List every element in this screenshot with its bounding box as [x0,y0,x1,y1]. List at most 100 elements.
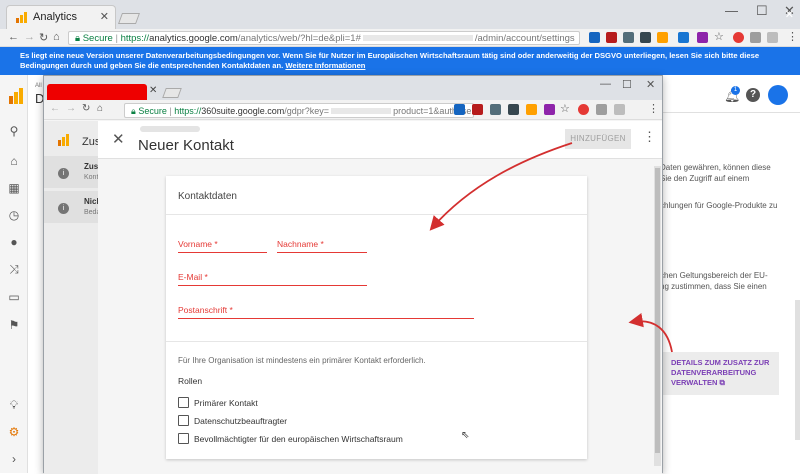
inner-extension-x-icon[interactable] [614,104,625,115]
ga-list-row[interactable] [44,191,98,223]
url-suffix: /admin/account/settings [474,33,575,44]
inner-extension-pdf-icon[interactable] [472,104,483,115]
inner-close-window-button[interactable]: ✕ [646,78,655,91]
dpo-checkbox[interactable] [178,415,189,426]
card-divider [166,214,587,215]
lightbulb-icon[interactable]: 💡︎ [7,398,21,412]
extension-opera-icon[interactable] [733,32,744,43]
ga-right-text-2: chlungen für Google-Produkte zu [660,201,778,210]
dashboard-icon[interactable]: ▦ [7,181,21,195]
inner-minimize-button[interactable]: — [600,78,611,90]
forward-icon[interactable]: → [24,31,35,43]
extension-chart-icon[interactable] [657,32,668,43]
help-icon[interactable]: ? [746,88,760,102]
primary-contact-checkbox[interactable] [178,397,189,408]
outer-tab-analytics[interactable]: Analytics ✕ [6,5,116,29]
inner-url-input[interactable]: 🔒︎ Secure | https://360suite.google.com/… [124,103,474,118]
admin-gear-icon[interactable]: ⚙ [7,425,21,439]
banner-close-icon[interactable]: ✕ [785,8,794,21]
info-icon: i [58,203,69,214]
address-label: Postanschrift * [178,305,233,315]
acquisition-icon[interactable]: ⤨ [7,262,21,276]
inner-extension-s-icon[interactable] [596,104,607,115]
inner-menu-dots-icon[interactable]: ⋮ [648,102,659,115]
details-processing-link[interactable]: DETAILS ZUM ZUSATZ ZUR DATENVERARBEITUNG… [663,352,779,395]
extension-cloud-icon[interactable] [623,32,634,43]
extension-x-icon[interactable] [767,32,778,43]
ga-scrollbar[interactable] [795,300,800,440]
dialog-header: ✕ Neuer Kontakt HINZUFÜGEN ⋮ [98,121,662,159]
lock-icon: 🔒︎ [75,33,81,44]
new-contact-page: ✕ Neuer Kontakt HINZUFÜGEN ⋮ Kontaktdate… [98,121,662,474]
inner-extension-pocket-icon[interactable] [508,104,519,115]
external-link-icon: ⧉ [719,378,725,387]
redacted-breadcrumb [140,126,200,132]
inner-tab-redacted[interactable] [47,84,147,100]
bookmark-star-icon[interactable]: ☆ [714,30,724,43]
inner-home-icon[interactable]: ⌂ [97,103,103,114]
back-icon[interactable]: ← [8,31,19,43]
search-icon[interactable]: ⚲ [7,124,21,138]
first-name-input[interactable] [178,252,267,253]
ga-row-sub: Kont [84,174,99,181]
dialog-title: Neuer Kontakt [138,137,234,154]
extension-s-icon[interactable] [750,32,761,43]
minimize-button[interactable]: — [725,3,738,18]
inner-bookmark-star-icon[interactable]: ☆ [560,102,570,115]
menu-dots-icon[interactable]: ⋮ [787,30,798,43]
analytics-favicon-icon [16,12,27,23]
inner-close-tab-icon[interactable]: ✕ [149,85,157,96]
inner-back-icon[interactable]: ← [50,103,60,114]
inner-extension-v-icon[interactable] [544,104,555,115]
inner-maximize-button[interactable]: ☐ [622,78,632,91]
inner-extension-cloud-icon[interactable] [490,104,501,115]
first-name-label: Vorname * [178,239,218,249]
address-input[interactable] [178,318,474,319]
extension-pdf-icon[interactable] [606,32,617,43]
behavior-icon[interactable]: ▭ [7,290,21,304]
email-input[interactable] [178,285,367,286]
add-button[interactable]: HINZUFÜGEN [565,129,631,149]
roles-title: Rollen [178,376,203,386]
inner-extension-chart-icon[interactable] [526,104,537,115]
url-path: /analytics/web/?hl=de&pli=1# [237,33,361,44]
inner-lock-icon: 🔒︎ [131,106,136,116]
dpo-label: Datenschutzbeauftragter [194,416,288,426]
outer-url-input[interactable]: 🔒︎ Secure | https://analytics.google.com… [68,31,580,45]
inner-extension-opera-icon[interactable] [578,104,589,115]
info-icon: i [58,168,69,179]
contact-card: Kontaktdaten Vorname * Nachname * E-Mail… [166,176,587,459]
close-dialog-icon[interactable]: ✕ [112,130,125,148]
card-divider [166,341,587,342]
extension-v-icon[interactable] [697,32,708,43]
banner-text: Es liegt eine neue Version unserer Daten… [20,51,760,70]
home-icon[interactable]: ⌂ [53,31,60,43]
close-tab-icon[interactable]: ✕ [100,10,109,23]
ga-card-logo-icon [58,134,69,146]
avatar[interactable] [768,85,788,105]
maximize-button[interactable]: ☐ [756,3,768,19]
inner-reload-icon[interactable]: ↻ [82,103,90,114]
inner-scrollbar-thumb[interactable] [655,168,660,453]
ga-row-title: Zus [84,162,99,171]
reload-icon[interactable]: ↻ [39,31,48,44]
eu-representative-checkbox[interactable] [178,433,189,444]
extension-bolt-icon[interactable] [589,32,600,43]
extension-translate-icon[interactable] [678,32,689,43]
clock-icon[interactable]: ◷ [7,208,21,222]
flag-icon[interactable]: ⚑ [7,318,21,332]
outer-tab-title: Analytics [33,11,78,23]
person-icon[interactable]: ● [7,235,21,249]
expand-chevron-icon[interactable]: › [7,452,21,466]
more-options-icon[interactable]: ⋮ [643,129,656,145]
inner-secure-label: Secure [138,106,167,116]
inner-extension-bolt-icon[interactable] [454,104,465,115]
inner-forward-icon[interactable]: → [66,103,76,114]
ga-right-text-3: chen Geltungsbereich der EU- ng zustimme… [660,271,768,291]
banner-more-info-link[interactable]: Weitere Informationen [285,61,365,70]
last-name-label: Nachname * [277,239,324,249]
home-nav-icon[interactable]: ⌂ [7,154,21,168]
last-name-input[interactable] [277,252,367,253]
extension-pocket-icon[interactable] [640,32,651,43]
ga-list-row[interactable] [44,156,98,188]
